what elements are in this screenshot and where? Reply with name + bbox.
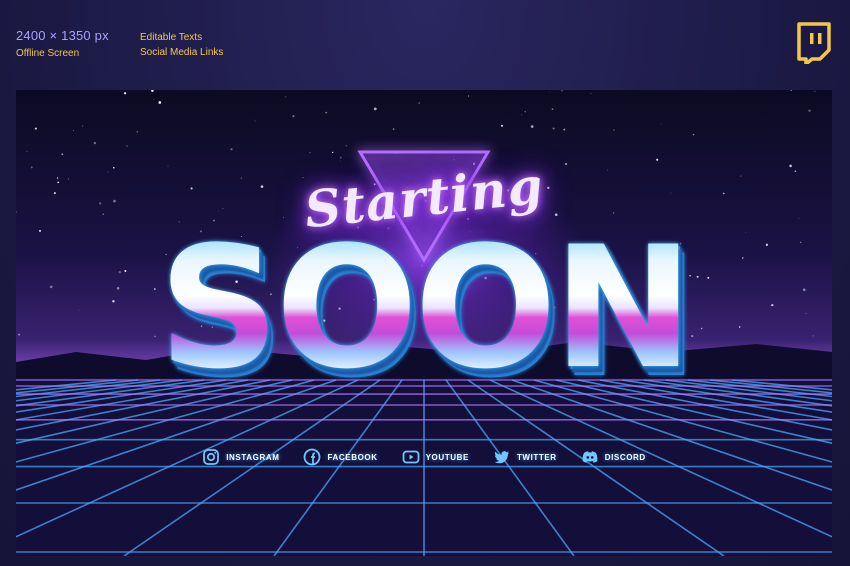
social-link-discord[interactable]: DISCORD (581, 448, 646, 466)
social-link-instagram[interactable]: INSTAGRAM (202, 448, 279, 466)
social-links: INSTAGRAM FACEBOOK YOUTUBE TWITTER DISCO… (16, 448, 832, 466)
dimensions-label: 2400 × 1350 px (16, 28, 109, 43)
social-link-facebook[interactable]: FACEBOOK (303, 448, 377, 466)
social-label: INSTAGRAM (226, 452, 280, 462)
header-info: 2400 × 1350 px Offline Screen (16, 28, 109, 59)
youtube-icon (402, 450, 420, 464)
discord-icon (582, 451, 598, 463)
feature-item: Editable Texts (140, 32, 203, 43)
social-label: TWITTER (516, 452, 557, 462)
social-link-youtube[interactable]: YOUTUBE (402, 448, 469, 466)
page-background: 2400 × 1350 px Offline Screen Editable T… (0, 0, 850, 566)
feature-item: Social Media Links (140, 47, 224, 58)
facebook-icon (304, 448, 321, 466)
twitter-icon (494, 451, 509, 464)
social-label: DISCORD (604, 452, 646, 462)
twitch-icon (797, 22, 831, 64)
social-label: YOUTUBE (425, 452, 469, 462)
offline-screen-preview: Starting SOON INSTAGRAM FACEBOOK YOUTUBE… (16, 90, 832, 556)
social-link-twitter[interactable]: TWITTER (493, 448, 557, 466)
feature-list: Editable Texts Social Media Links (140, 30, 223, 60)
soon-title: SOON (16, 224, 832, 392)
subtitle-label: Offline Screen (16, 48, 80, 59)
social-label: FACEBOOK (327, 452, 378, 462)
instagram-icon (203, 449, 220, 465)
